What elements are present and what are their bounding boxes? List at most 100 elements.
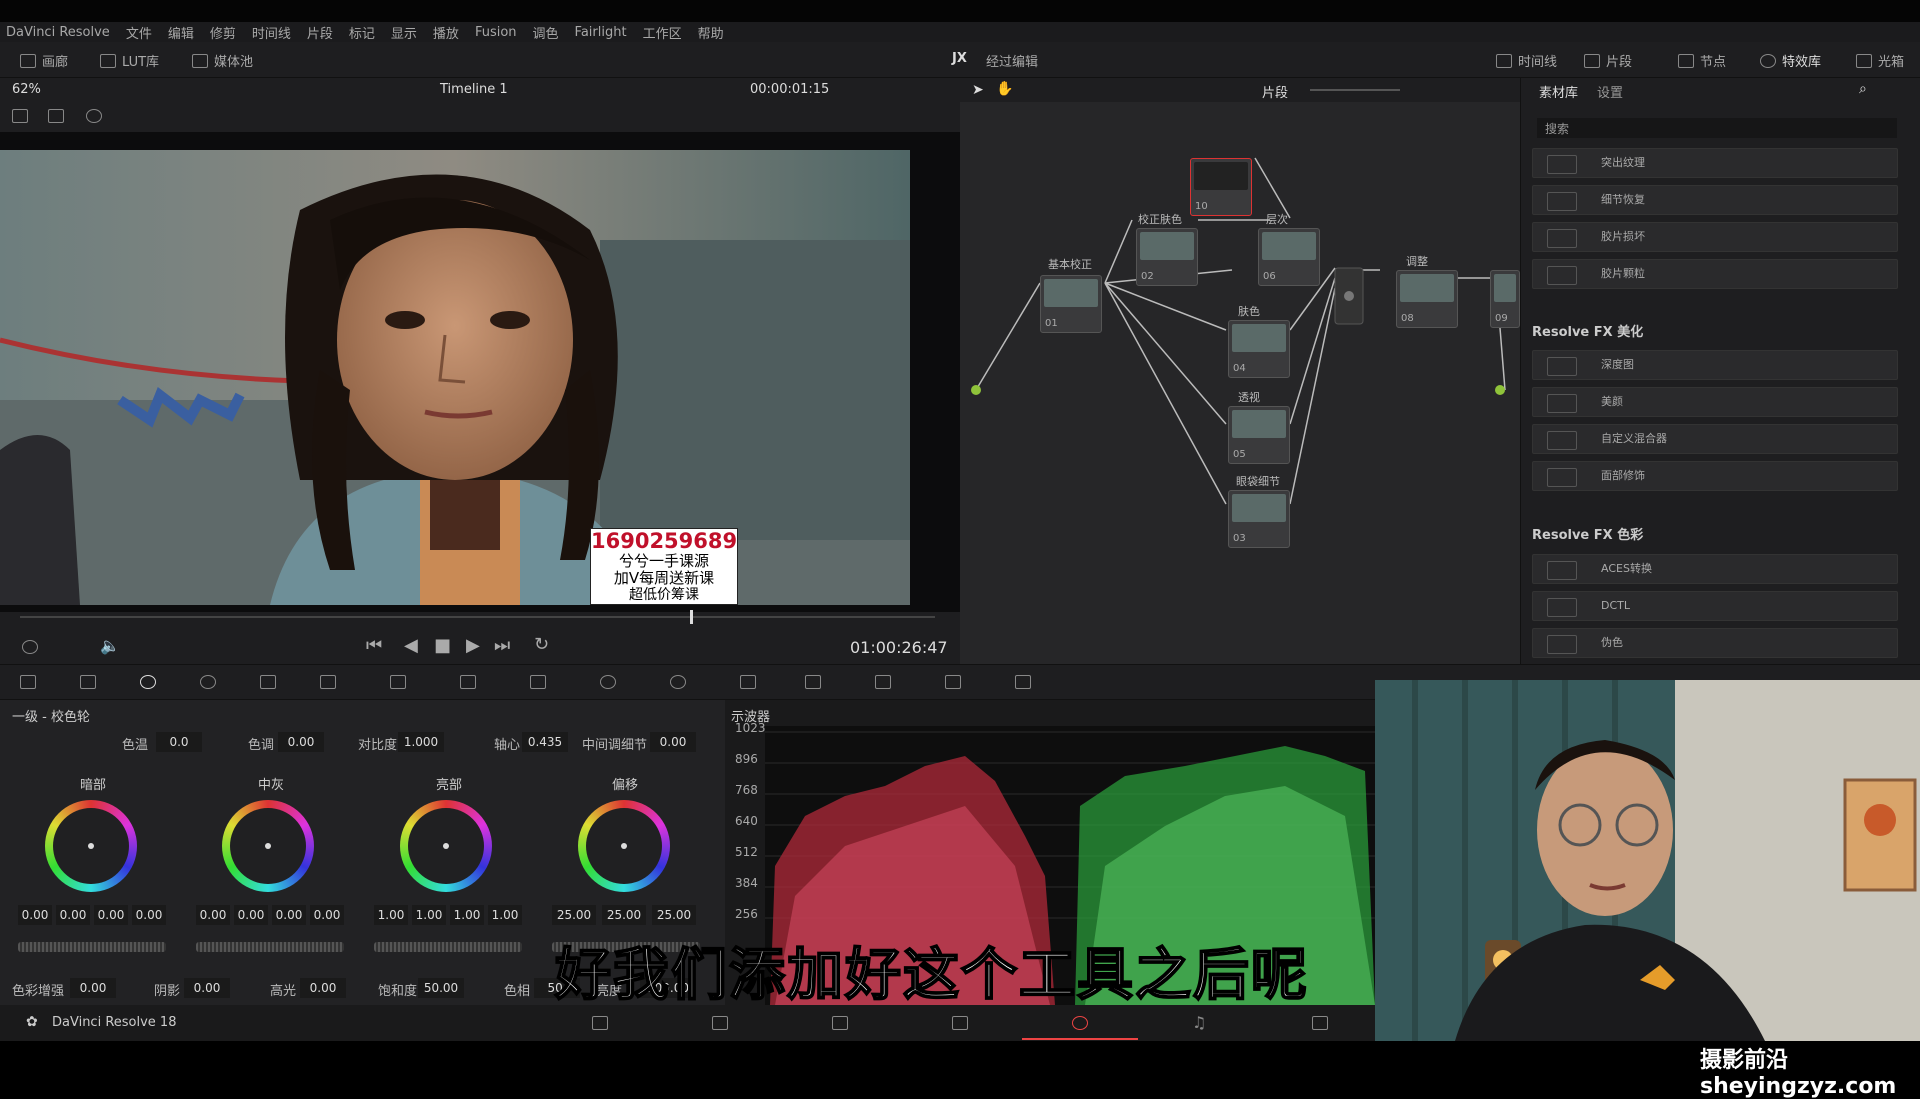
gamma-g[interactable]: 0.00 <box>272 905 306 925</box>
node-02[interactable]: 02 <box>1136 228 1198 286</box>
clips-button[interactable]: 片段 <box>1584 51 1632 70</box>
tint-value[interactable]: 0.00 <box>278 732 324 752</box>
menu-workspace[interactable]: 工作区 <box>643 23 682 42</box>
nodes-button[interactable]: 节点 <box>1678 51 1726 70</box>
loop-icon[interactable]: ↻ <box>534 634 549 655</box>
gain-r[interactable]: 1.00 <box>412 905 446 925</box>
window-icon[interactable] <box>600 675 616 689</box>
lift-y[interactable]: 0.00 <box>18 905 52 925</box>
md-value[interactable]: 0.00 <box>650 732 696 752</box>
menu-file[interactable]: 文件 <box>126 23 152 42</box>
cut-page-icon[interactable] <box>712 1016 728 1030</box>
loop-menu-icon[interactable] <box>22 640 38 654</box>
split-view-icon[interactable] <box>12 109 28 123</box>
skip-end-icon[interactable]: ⏭ <box>494 635 510 656</box>
pivot-value[interactable]: 0.435 <box>522 732 568 752</box>
zoom-select[interactable]: 62% <box>12 82 41 97</box>
media-pool-button[interactable]: 媒体池 <box>192 51 253 70</box>
timeline-select[interactable]: Timeline 1 <box>440 82 508 97</box>
gain-b[interactable]: 1.00 <box>488 905 522 925</box>
hand-icon[interactable]: ✋ <box>996 81 1013 97</box>
lut-button[interactable]: LUT库 <box>100 51 159 70</box>
node-08[interactable]: 08 <box>1396 270 1458 328</box>
play-icon[interactable]: ▶ <box>466 635 480 656</box>
camera-raw-icon[interactable] <box>20 675 36 689</box>
gain-master-slider[interactable] <box>374 942 522 952</box>
lift-wheel[interactable] <box>45 800 137 892</box>
node-05[interactable]: 05 <box>1228 406 1290 464</box>
key-icon[interactable] <box>875 675 891 689</box>
volume-icon[interactable]: 🔈 <box>100 636 120 655</box>
menu-clip[interactable]: 片段 <box>307 23 333 42</box>
playhead[interactable] <box>690 610 693 624</box>
node-03[interactable]: 03 <box>1228 490 1290 548</box>
tab-settings[interactable]: 设置 <box>1597 82 1623 101</box>
menu-view[interactable]: 显示 <box>391 23 417 42</box>
menu-fusion[interactable]: Fusion <box>475 25 517 40</box>
motion-effects-icon[interactable] <box>320 675 336 689</box>
menu-edit[interactable]: 编辑 <box>168 23 194 42</box>
fx-item[interactable]: 美颜 <box>1532 387 1898 417</box>
node-01[interactable]: 01 <box>1040 275 1102 333</box>
fx-section-color[interactable]: Resolve FX 色彩 <box>1532 524 1643 543</box>
fx-item[interactable]: 细节恢复 <box>1532 185 1898 215</box>
gain-g[interactable]: 1.00 <box>450 905 484 925</box>
search-icon[interactable]: ⌕ <box>1859 81 1867 97</box>
fx-item[interactable]: 突出纹理 <box>1532 148 1898 178</box>
fx-item[interactable]: 自定义混合器 <box>1532 424 1898 454</box>
highlight-value[interactable]: 0.00 <box>300 978 346 998</box>
3d-icon[interactable] <box>1015 675 1031 689</box>
menu-fairlight[interactable]: Fairlight <box>575 25 627 40</box>
skip-start-icon[interactable]: ⏮ <box>366 635 382 656</box>
gamma-wheel[interactable] <box>222 800 314 892</box>
deliver-page-icon[interactable] <box>1312 1016 1328 1030</box>
node-editor[interactable]: 01 基本校正 02 校正肤色 06 层次 10 04 肤色 05 透视 03 … <box>960 78 1520 664</box>
curves-icon[interactable] <box>390 675 406 689</box>
node-06[interactable]: 06 <box>1258 228 1320 286</box>
qualifier-icon[interactable] <box>530 675 546 689</box>
color-warper-icon[interactable] <box>460 675 476 689</box>
offset-wheel[interactable] <box>578 800 670 892</box>
grid-icon[interactable] <box>48 109 64 123</box>
lift-master-slider[interactable] <box>18 942 166 952</box>
fx-section-beauty[interactable]: Resolve FX 美化 <box>1532 321 1643 340</box>
effects-button[interactable]: 特效库 <box>1760 51 1821 70</box>
clip-mode-select[interactable]: 片段 <box>1262 82 1288 101</box>
node-04[interactable]: 04 <box>1228 320 1290 378</box>
gamma-master-slider[interactable] <box>196 942 344 952</box>
color-match-icon[interactable] <box>80 675 96 689</box>
lightbox-button[interactable]: 光箱 <box>1856 51 1904 70</box>
temp-value[interactable]: 0.0 <box>156 732 202 752</box>
fairlight-page-icon[interactable]: ♫ <box>1192 1013 1206 1032</box>
node-zoom-slider[interactable] <box>1310 89 1400 91</box>
gain-wheel[interactable] <box>400 800 492 892</box>
fusion-page-icon[interactable] <box>952 1016 968 1030</box>
offset-g[interactable]: 25.00 <box>602 905 646 925</box>
fx-search-input[interactable]: 搜索 <box>1537 118 1897 138</box>
tab-library[interactable]: 素材库 <box>1539 82 1578 101</box>
gamma-r[interactable]: 0.00 <box>234 905 268 925</box>
stop-icon[interactable]: ■ <box>434 635 451 656</box>
shadow-value[interactable]: 0.00 <box>184 978 230 998</box>
fx-item[interactable]: 伪色 <box>1532 628 1898 658</box>
color-page-icon[interactable] <box>1072 1016 1088 1030</box>
hdr-icon[interactable] <box>200 675 216 689</box>
offset-b[interactable]: 25.00 <box>652 905 696 925</box>
menu-playback[interactable]: 播放 <box>433 23 459 42</box>
magic-mask-icon[interactable] <box>740 675 756 689</box>
saturation-value[interactable]: 50.00 <box>418 978 464 998</box>
fx-item[interactable]: ACES转换 <box>1532 554 1898 584</box>
contrast-value[interactable]: 1.000 <box>398 732 444 752</box>
lift-g[interactable]: 0.00 <box>94 905 128 925</box>
color-wheels-icon[interactable] <box>140 675 156 689</box>
gallery-button[interactable]: 画廊 <box>20 51 68 70</box>
lift-b[interactable]: 0.00 <box>132 905 166 925</box>
boost-value[interactable]: 0.00 <box>70 978 116 998</box>
menu-help[interactable]: 帮助 <box>698 23 724 42</box>
rgb-mixer-icon[interactable] <box>260 675 276 689</box>
offset-r[interactable]: 25.00 <box>552 905 596 925</box>
wand-icon[interactable] <box>86 109 102 123</box>
lift-r[interactable]: 0.00 <box>56 905 90 925</box>
fx-item[interactable]: 面部修饰 <box>1532 461 1898 491</box>
fx-item[interactable]: 胶片损坏 <box>1532 222 1898 252</box>
